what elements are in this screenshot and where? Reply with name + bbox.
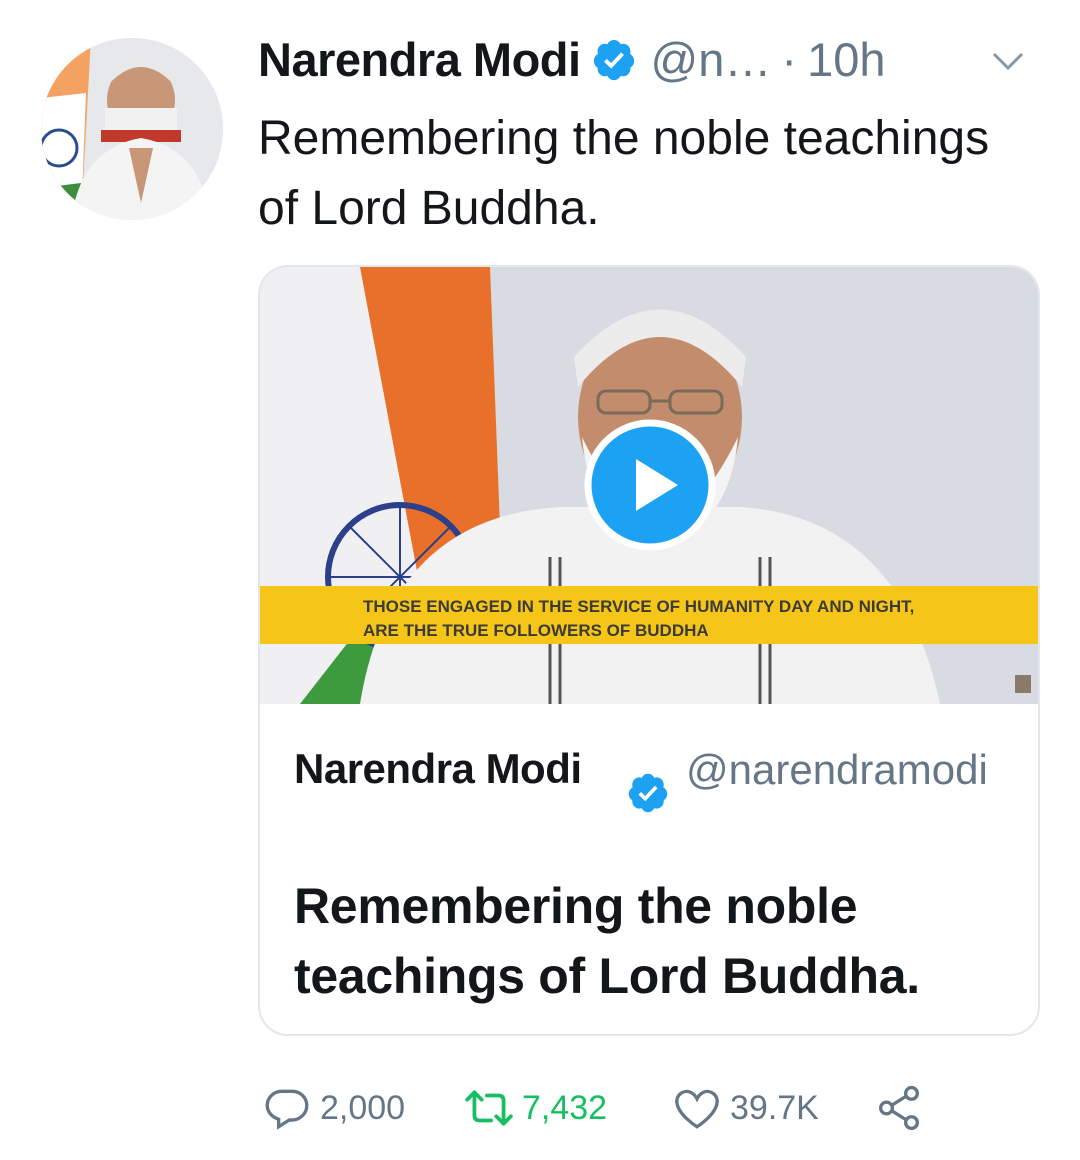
video-caption: THOSE ENGAGED IN THE SERVICE OF HUMANITY…: [363, 597, 915, 640]
verified-badge-icon: [593, 39, 634, 80]
like-button[interactable]: 39.7K: [672, 1080, 819, 1136]
chevron-down-icon[interactable]: [990, 48, 1026, 74]
share-icon: [879, 1085, 919, 1131]
quoted-author-name[interactable]: Narendra Modi: [294, 745, 582, 793]
quoted-author-handle[interactable]: @narendramodi: [686, 741, 1006, 799]
action-bar: 2,000 7,432 39.7K: [262, 1080, 1042, 1136]
verified-badge-icon: [628, 773, 668, 813]
tweet-timestamp[interactable]: 10h: [807, 32, 885, 87]
like-count: 39.7K: [730, 1088, 819, 1127]
reply-button[interactable]: 2,000: [262, 1080, 405, 1136]
avatar-image: [41, 38, 223, 220]
author-handle[interactable]: @n…: [651, 32, 772, 87]
reply-count: 2,000: [320, 1088, 406, 1127]
quoted-tweet-card[interactable]: THOSE ENGAGED IN THE SERVICE OF HUMANITY…: [258, 265, 1040, 1036]
quoted-tweet-text: Remembering the noble teachings of Lord …: [294, 878, 920, 1004]
tweet-text: Remembering the noble teachings of Lord …: [258, 112, 990, 235]
retweet-count: 7,432: [522, 1088, 608, 1127]
share-button[interactable]: [874, 1080, 924, 1136]
like-icon: [675, 1089, 719, 1129]
play-icon[interactable]: [584, 419, 716, 551]
author-name[interactable]: Narendra Modi: [258, 32, 581, 87]
tweet-header: Narendra Modi @n… · 10h: [258, 32, 885, 87]
separator-dot: ·: [781, 33, 798, 86]
reply-icon: [265, 1089, 309, 1130]
video-thumbnail[interactable]: THOSE ENGAGED IN THE SERVICE OF HUMANITY…: [260, 267, 1038, 704]
retweet-icon: [465, 1090, 513, 1126]
retweet-button[interactable]: 7,432: [464, 1080, 607, 1136]
avatar[interactable]: [41, 38, 223, 220]
